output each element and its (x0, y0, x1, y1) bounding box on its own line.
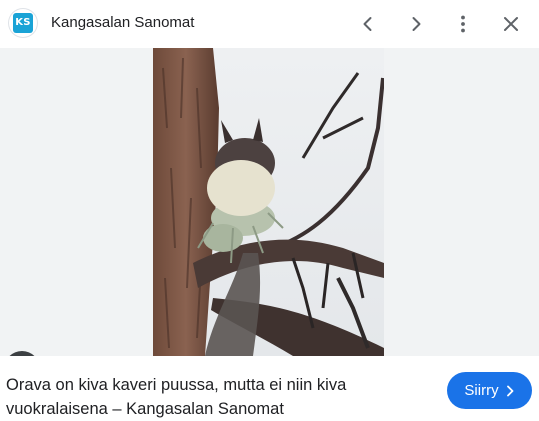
article-title[interactable]: Orava on kiva kaveri puussa, mutta ei ni… (6, 373, 416, 421)
google-lens-button[interactable] (4, 351, 40, 356)
more-vert-icon (461, 15, 465, 33)
chevron-left-icon (363, 17, 372, 31)
close-button[interactable] (495, 8, 527, 40)
visit-button-label: Siirry (464, 382, 499, 399)
favicon-logo: KS (13, 13, 33, 33)
site-favicon: KS (9, 9, 37, 37)
visit-button[interactable]: Siirry (447, 372, 532, 409)
squirrel-photo[interactable] (153, 48, 384, 356)
next-button[interactable] (400, 8, 432, 40)
chevron-right-icon (412, 17, 421, 31)
image-preview-area (0, 48, 539, 356)
previous-button[interactable] (352, 8, 384, 40)
chevron-right-icon (506, 385, 513, 396)
site-name[interactable]: Kangasalan Sanomat (51, 13, 194, 33)
close-icon (504, 17, 518, 31)
more-options-button[interactable] (447, 8, 479, 40)
top-bar: KS Kangasalan Sanomat (0, 0, 539, 48)
